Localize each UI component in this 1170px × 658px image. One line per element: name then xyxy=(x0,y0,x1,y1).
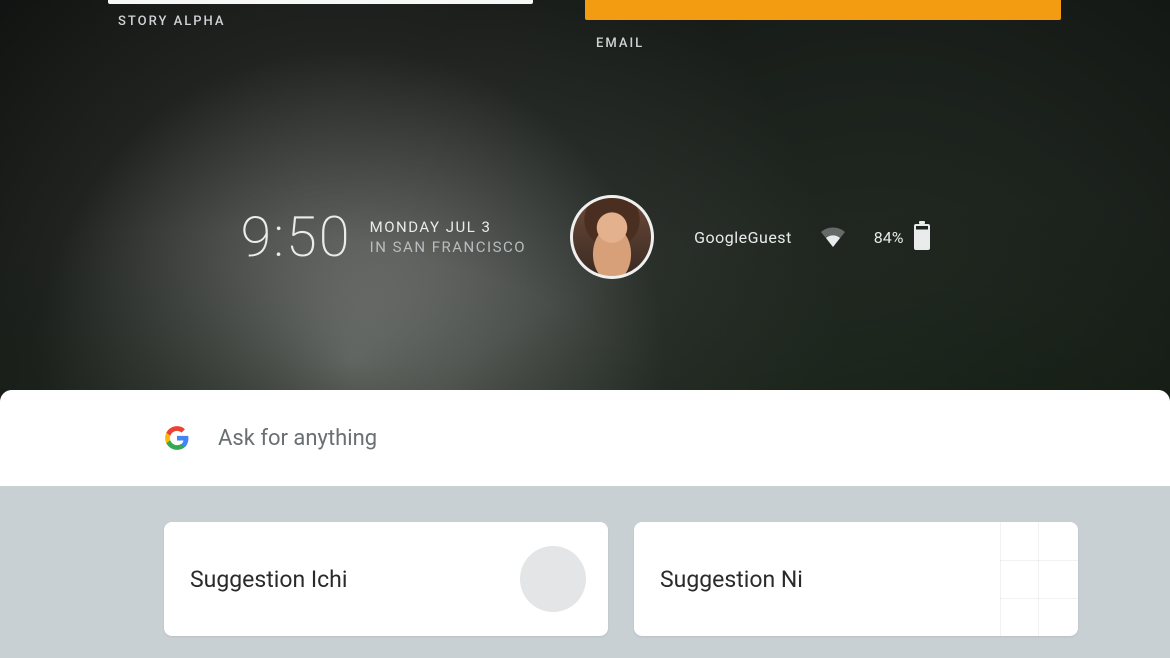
top-card-email-label: EMAIL xyxy=(596,36,644,51)
avatar[interactable] xyxy=(570,195,654,279)
search-bar[interactable]: Ask for anything xyxy=(0,390,1170,486)
layout-grid-overlay xyxy=(1000,522,1078,636)
suggestions-row: Suggestion Ichi Suggestion Ni xyxy=(0,486,1170,636)
top-card-story-label: STORY ALPHA xyxy=(118,14,226,29)
suggestion-card[interactable]: Suggestion Ichi xyxy=(164,522,608,636)
clock-date-line2: IN SAN FRANCISCO xyxy=(370,237,526,257)
google-logo-icon xyxy=(164,425,190,451)
suggestion-card[interactable]: Suggestion Ni xyxy=(634,522,1078,636)
clock-date: MONDAY JUL 3 IN SAN FRANCISCO xyxy=(370,217,526,258)
suggestion-label: Suggestion Ichi xyxy=(190,566,347,593)
wifi-name: GoogleGuest xyxy=(694,228,792,247)
network-status: GoogleGuest 84% xyxy=(694,224,929,250)
status-row: 9:50 MONDAY JUL 3 IN SAN FRANCISCO Googl… xyxy=(0,195,1170,279)
battery-icon xyxy=(914,224,930,250)
top-card-email[interactable] xyxy=(585,0,1061,20)
clock-time: 9:50 xyxy=(241,209,352,265)
suggestion-thumb-icon xyxy=(520,546,586,612)
top-card-story[interactable] xyxy=(108,0,533,4)
wifi-icon xyxy=(820,227,846,247)
assistant-panel: Ask for anything Suggestion Ichi Suggest… xyxy=(0,390,1170,658)
clock-date-line1: MONDAY JUL 3 xyxy=(370,217,526,237)
suggestion-label: Suggestion Ni xyxy=(660,566,803,593)
battery-percent: 84% xyxy=(874,228,904,247)
search-placeholder: Ask for anything xyxy=(218,426,377,451)
